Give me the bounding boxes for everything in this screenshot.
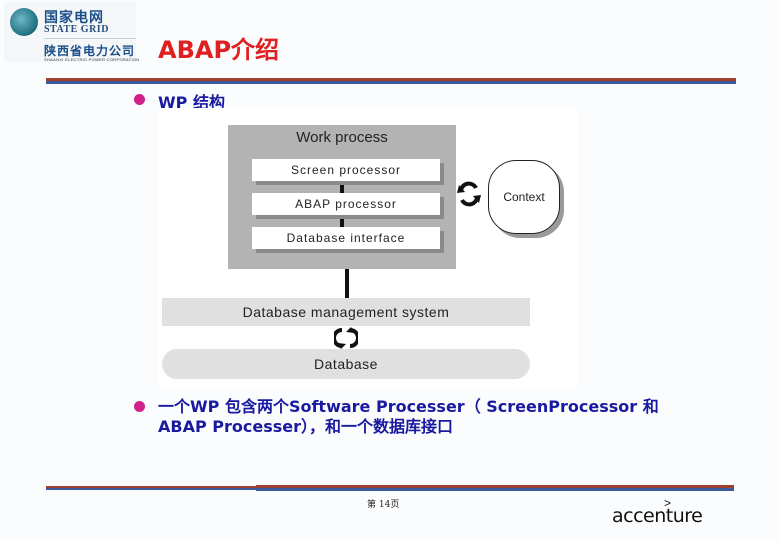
- abap-processor-box: ABAP processor: [252, 193, 440, 215]
- logo-divider: [44, 38, 136, 39]
- description-text: 一个WP 包含两个Software Processer（ ScreenProce…: [158, 397, 659, 436]
- slide-title: ABAP介绍: [158, 36, 280, 64]
- logo-org-en: STATE GRID: [44, 24, 109, 35]
- bullet-icon: [134, 94, 145, 105]
- connector-line: [345, 269, 349, 298]
- footer-rule-blue-thick: [256, 488, 734, 491]
- wp-structure-diagram: Work process Screen processor ABAP proce…: [158, 108, 578, 388]
- header-rule-blue: [46, 81, 736, 84]
- work-process-box: Work process Screen processor ABAP proce…: [228, 125, 456, 269]
- cycle-arrows-icon: [457, 181, 481, 207]
- dbms-box: Database management system: [162, 298, 530, 326]
- screen-processor-box: Screen processor: [252, 159, 440, 181]
- page-number: 第 14页: [367, 500, 400, 510]
- accenture-logo: accenture: [612, 505, 703, 527]
- logo-company-en: SHAANXI ELECTRIC POWER CORPORATION: [44, 57, 140, 62]
- bullet-icon: [134, 401, 145, 412]
- state-grid-logo: 国家电网 STATE GRID 陕西省电力公司 SHAANXI ELECTRIC…: [4, 2, 140, 62]
- footer-rule-blue: [46, 488, 256, 490]
- database-interface-box: Database interface: [252, 227, 440, 249]
- cycle-arrows-icon: [334, 327, 358, 349]
- state-grid-globe-icon: [10, 8, 38, 36]
- work-process-label: Work process: [296, 129, 388, 146]
- database-box: Database: [162, 349, 530, 379]
- context-box: Context: [488, 160, 560, 234]
